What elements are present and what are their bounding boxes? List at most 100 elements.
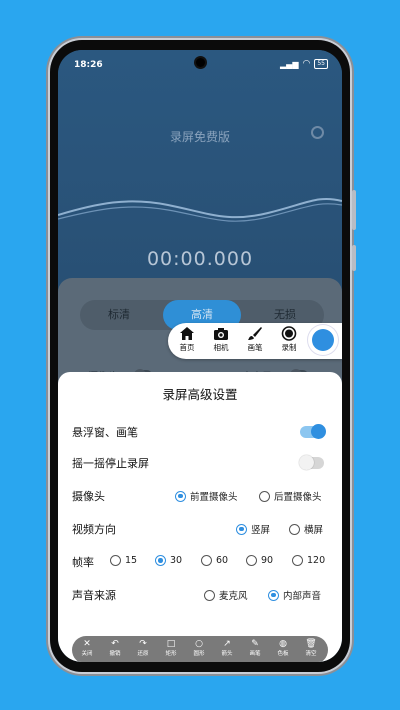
draw-palette-label: 色板 <box>277 651 289 657</box>
draw-redo-label: 还原 <box>137 651 149 657</box>
phone-screen: 18:26 ▂▄▆ ◠ 55 录屏免费版 00:00.000 标清 高清 无损 … <box>58 50 342 662</box>
framerate-30-option[interactable]: 30 <box>155 555 182 566</box>
tab-sd[interactable]: 标清 <box>80 300 158 330</box>
draw-redo-button[interactable]: ↷ 还原 <box>132 639 154 658</box>
draw-circle-button[interactable]: ○ 圆形 <box>188 639 210 658</box>
radio-selected <box>175 490 186 502</box>
framerate-label: 帧率 <box>72 556 94 569</box>
orientation-portrait-option[interactable]: 竖屏 <box>236 522 270 536</box>
rectangle-icon: □ <box>166 639 176 649</box>
camera-icon <box>214 328 228 340</box>
audio-source-label: 声音来源 <box>72 589 116 602</box>
audio-internal-label: 内部声音 <box>283 591 322 602</box>
draw-circle-label: 圆形 <box>193 651 205 657</box>
draw-rectangle-label: 矩形 <box>165 651 177 657</box>
radio-selected <box>155 555 166 566</box>
camera-front-option[interactable]: 前置摄像头 <box>175 489 238 503</box>
close-icon: ✕ <box>83 639 91 649</box>
front-camera <box>196 58 205 67</box>
draw-undo-button[interactable]: ↶ 撤销 <box>104 639 126 658</box>
float-window-toggle[interactable] <box>300 424 326 439</box>
audio-mic-option[interactable]: 麦克风 <box>204 588 248 602</box>
status-time: 18:26 <box>74 60 103 70</box>
camera-front-label: 前置摄像头 <box>190 492 238 503</box>
draw-pen-button[interactable]: ✎ 画笔 <box>244 639 266 658</box>
draw-rectangle-button[interactable]: □ 矩形 <box>160 639 182 658</box>
framerate-60-label: 60 <box>216 555 229 566</box>
floating-record-button[interactable] <box>308 325 338 355</box>
draw-arrow-button[interactable]: ↗ 箭头 <box>216 639 238 658</box>
toolbar-brush-label: 画笔 <box>247 343 263 352</box>
floating-toolbar: 首页 相机 画笔 录制 <box>168 323 342 359</box>
audio-wave-graphic <box>58 197 342 222</box>
camera-rear-label: 后置摄像头 <box>274 492 322 503</box>
advanced-settings-sheet: 录屏高级设置 悬浮窗、画笔 摇一摇停止录屏 摄像头 前置摄像头 后置摄像头 视频… <box>58 372 342 662</box>
draw-palette-button[interactable]: ◍ 色板 <box>272 639 294 658</box>
redo-icon: ↷ <box>139 639 147 649</box>
status-bar: 18:26 ▂▄▆ ◠ 55 <box>58 50 342 76</box>
drawing-toolbar: ✕ 关闭 ↶ 撤销 ↷ 还原 □ 矩形 ○ 圆形 ↗ 箭头 ✎ 画笔 ◍ 色板 🗑 清空 <box>72 636 328 662</box>
camera-setting-label: 摄像头 <box>72 490 105 503</box>
framerate-120-option[interactable]: 120 <box>292 555 325 566</box>
draw-clear-label: 清空 <box>305 651 317 657</box>
toolbar-record[interactable]: 录制 <box>272 326 306 353</box>
audio-internal-option[interactable]: 内部声音 <box>268 588 321 602</box>
volume-button <box>352 190 356 230</box>
toolbar-brush[interactable]: 画笔 <box>238 326 272 353</box>
orientation-landscape-label: 横屏 <box>304 525 324 536</box>
sheet-title: 录屏高级设置 <box>162 387 238 402</box>
toolbar-home-label: 首页 <box>179 343 195 352</box>
record-icon <box>281 326 297 341</box>
orientation-landscape-option[interactable]: 横屏 <box>289 522 323 536</box>
orientation-portrait-label: 竖屏 <box>251 525 271 536</box>
radio-unselected <box>110 555 121 566</box>
float-window-label: 悬浮窗、画笔 <box>72 426 138 439</box>
draw-close-label: 关闭 <box>81 651 93 657</box>
framerate-30-label: 30 <box>170 555 183 566</box>
shake-stop-label: 摇一摇停止录屏 <box>72 457 149 470</box>
trash-icon: 🗑 <box>305 639 317 649</box>
recording-timer: 00:00.000 <box>146 248 254 270</box>
orientation-label: 视频方向 <box>72 523 116 536</box>
wifi-icon: ◠ <box>302 59 311 69</box>
draw-arrow-label: 箭头 <box>221 651 233 657</box>
framerate-90-label: 90 <box>261 555 274 566</box>
framerate-120-label: 120 <box>307 555 326 566</box>
radio-unselected <box>259 490 270 502</box>
draw-pen-label: 画笔 <box>249 651 261 657</box>
radio-selected <box>236 523 247 535</box>
arrow-icon: ↗ <box>223 639 231 649</box>
framerate-15-label: 15 <box>125 555 138 566</box>
palette-icon: ◍ <box>279 639 287 649</box>
signal-icon: ▂▄▆ <box>280 59 299 69</box>
framerate-60-option[interactable]: 60 <box>201 555 228 566</box>
radio-unselected <box>201 555 212 566</box>
audio-mic-label: 麦克风 <box>219 591 248 602</box>
circle-icon: ○ <box>195 639 203 649</box>
toolbar-camera-label: 相机 <box>213 343 229 352</box>
home-icon <box>180 327 194 340</box>
shake-stop-toggle[interactable] <box>299 455 324 470</box>
pen-icon: ✎ <box>251 639 259 649</box>
toolbar-home[interactable]: 首页 <box>170 326 204 353</box>
framerate-15-option[interactable]: 15 <box>110 555 137 566</box>
camera-rear-option[interactable]: 后置摄像头 <box>259 489 322 503</box>
draw-clear-button[interactable]: 🗑 清空 <box>300 639 322 658</box>
framerate-90-option[interactable]: 90 <box>246 555 273 566</box>
draw-close-button[interactable]: ✕ 关闭 <box>76 639 98 658</box>
power-button <box>352 245 356 271</box>
undo-icon: ↶ <box>111 639 119 649</box>
settings-gear-icon[interactable] <box>311 126 324 139</box>
radio-unselected <box>246 555 257 566</box>
radio-unselected <box>204 589 215 601</box>
draw-undo-label: 撤销 <box>109 651 121 657</box>
toolbar-record-label: 录制 <box>281 343 297 352</box>
battery-icon: 55 <box>314 59 328 69</box>
radio-unselected <box>289 523 300 535</box>
phone-frame: 18:26 ▂▄▆ ◠ 55 录屏免费版 00:00.000 标清 高清 无损 … <box>50 40 356 672</box>
radio-selected <box>268 589 279 601</box>
toolbar-camera[interactable]: 相机 <box>204 326 238 353</box>
radio-unselected <box>292 555 303 566</box>
brush-icon <box>248 327 262 340</box>
app-title: 录屏免费版 <box>169 130 230 144</box>
